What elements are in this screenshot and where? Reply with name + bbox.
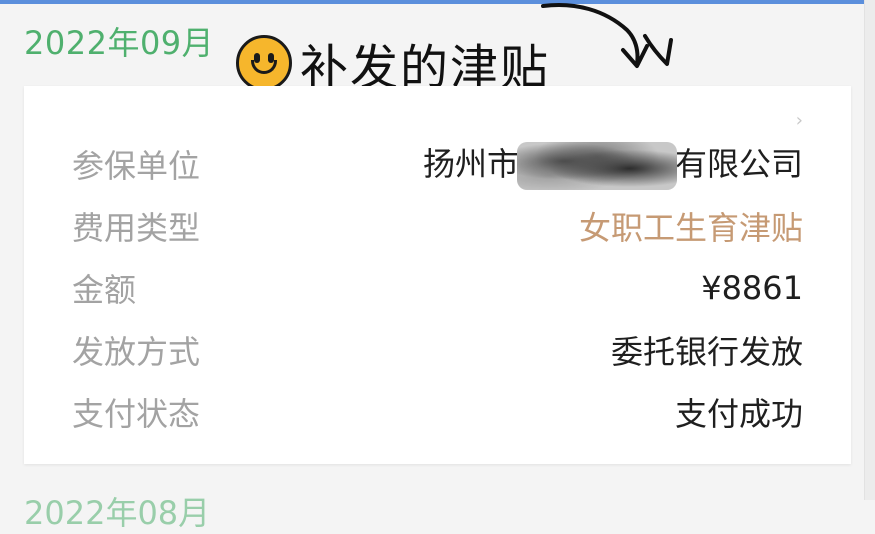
field-label: 参保单位 [72,147,201,185]
smiley-face-icon [236,35,292,91]
chevron-right-icon[interactable]: › [796,110,803,131]
scrollbar[interactable] [864,0,875,500]
row-payment-status: 支付状态 支付成功 [72,392,803,433]
month-header-next: 2022年08月 [24,494,211,532]
row-amount: 金额 ¥8861 [72,268,803,309]
field-label: 发放方式 [72,333,201,371]
field-label: 金额 [72,271,137,309]
month-header: 2022年09月 [24,24,215,62]
row-fee-type: 费用类型 女职工生育津贴 [72,206,803,247]
field-label: 支付状态 [72,395,201,433]
field-value: 支付成功 [674,395,803,433]
field-value: ¥8861 [701,269,803,307]
field-value: 扬州市 有限公司 [423,139,803,190]
field-value: 女职工生育津贴 [578,209,803,247]
field-label: 费用类型 [72,209,201,247]
redaction-scribble [516,141,677,190]
row-insured-unit: 参保单位 扬州市 有限公司 [72,141,803,190]
top-accent-bar [0,0,875,4]
hand-drawn-arrow-icon [541,3,673,68]
payment-record-card[interactable]: › 参保单位 扬州市 有限公司 费用类型 女职工生育津贴 金额 ¥8861 发放方… [24,86,851,464]
field-value: 委托银行发放 [610,333,803,371]
row-payment-method: 发放方式 委托银行发放 [72,330,803,371]
